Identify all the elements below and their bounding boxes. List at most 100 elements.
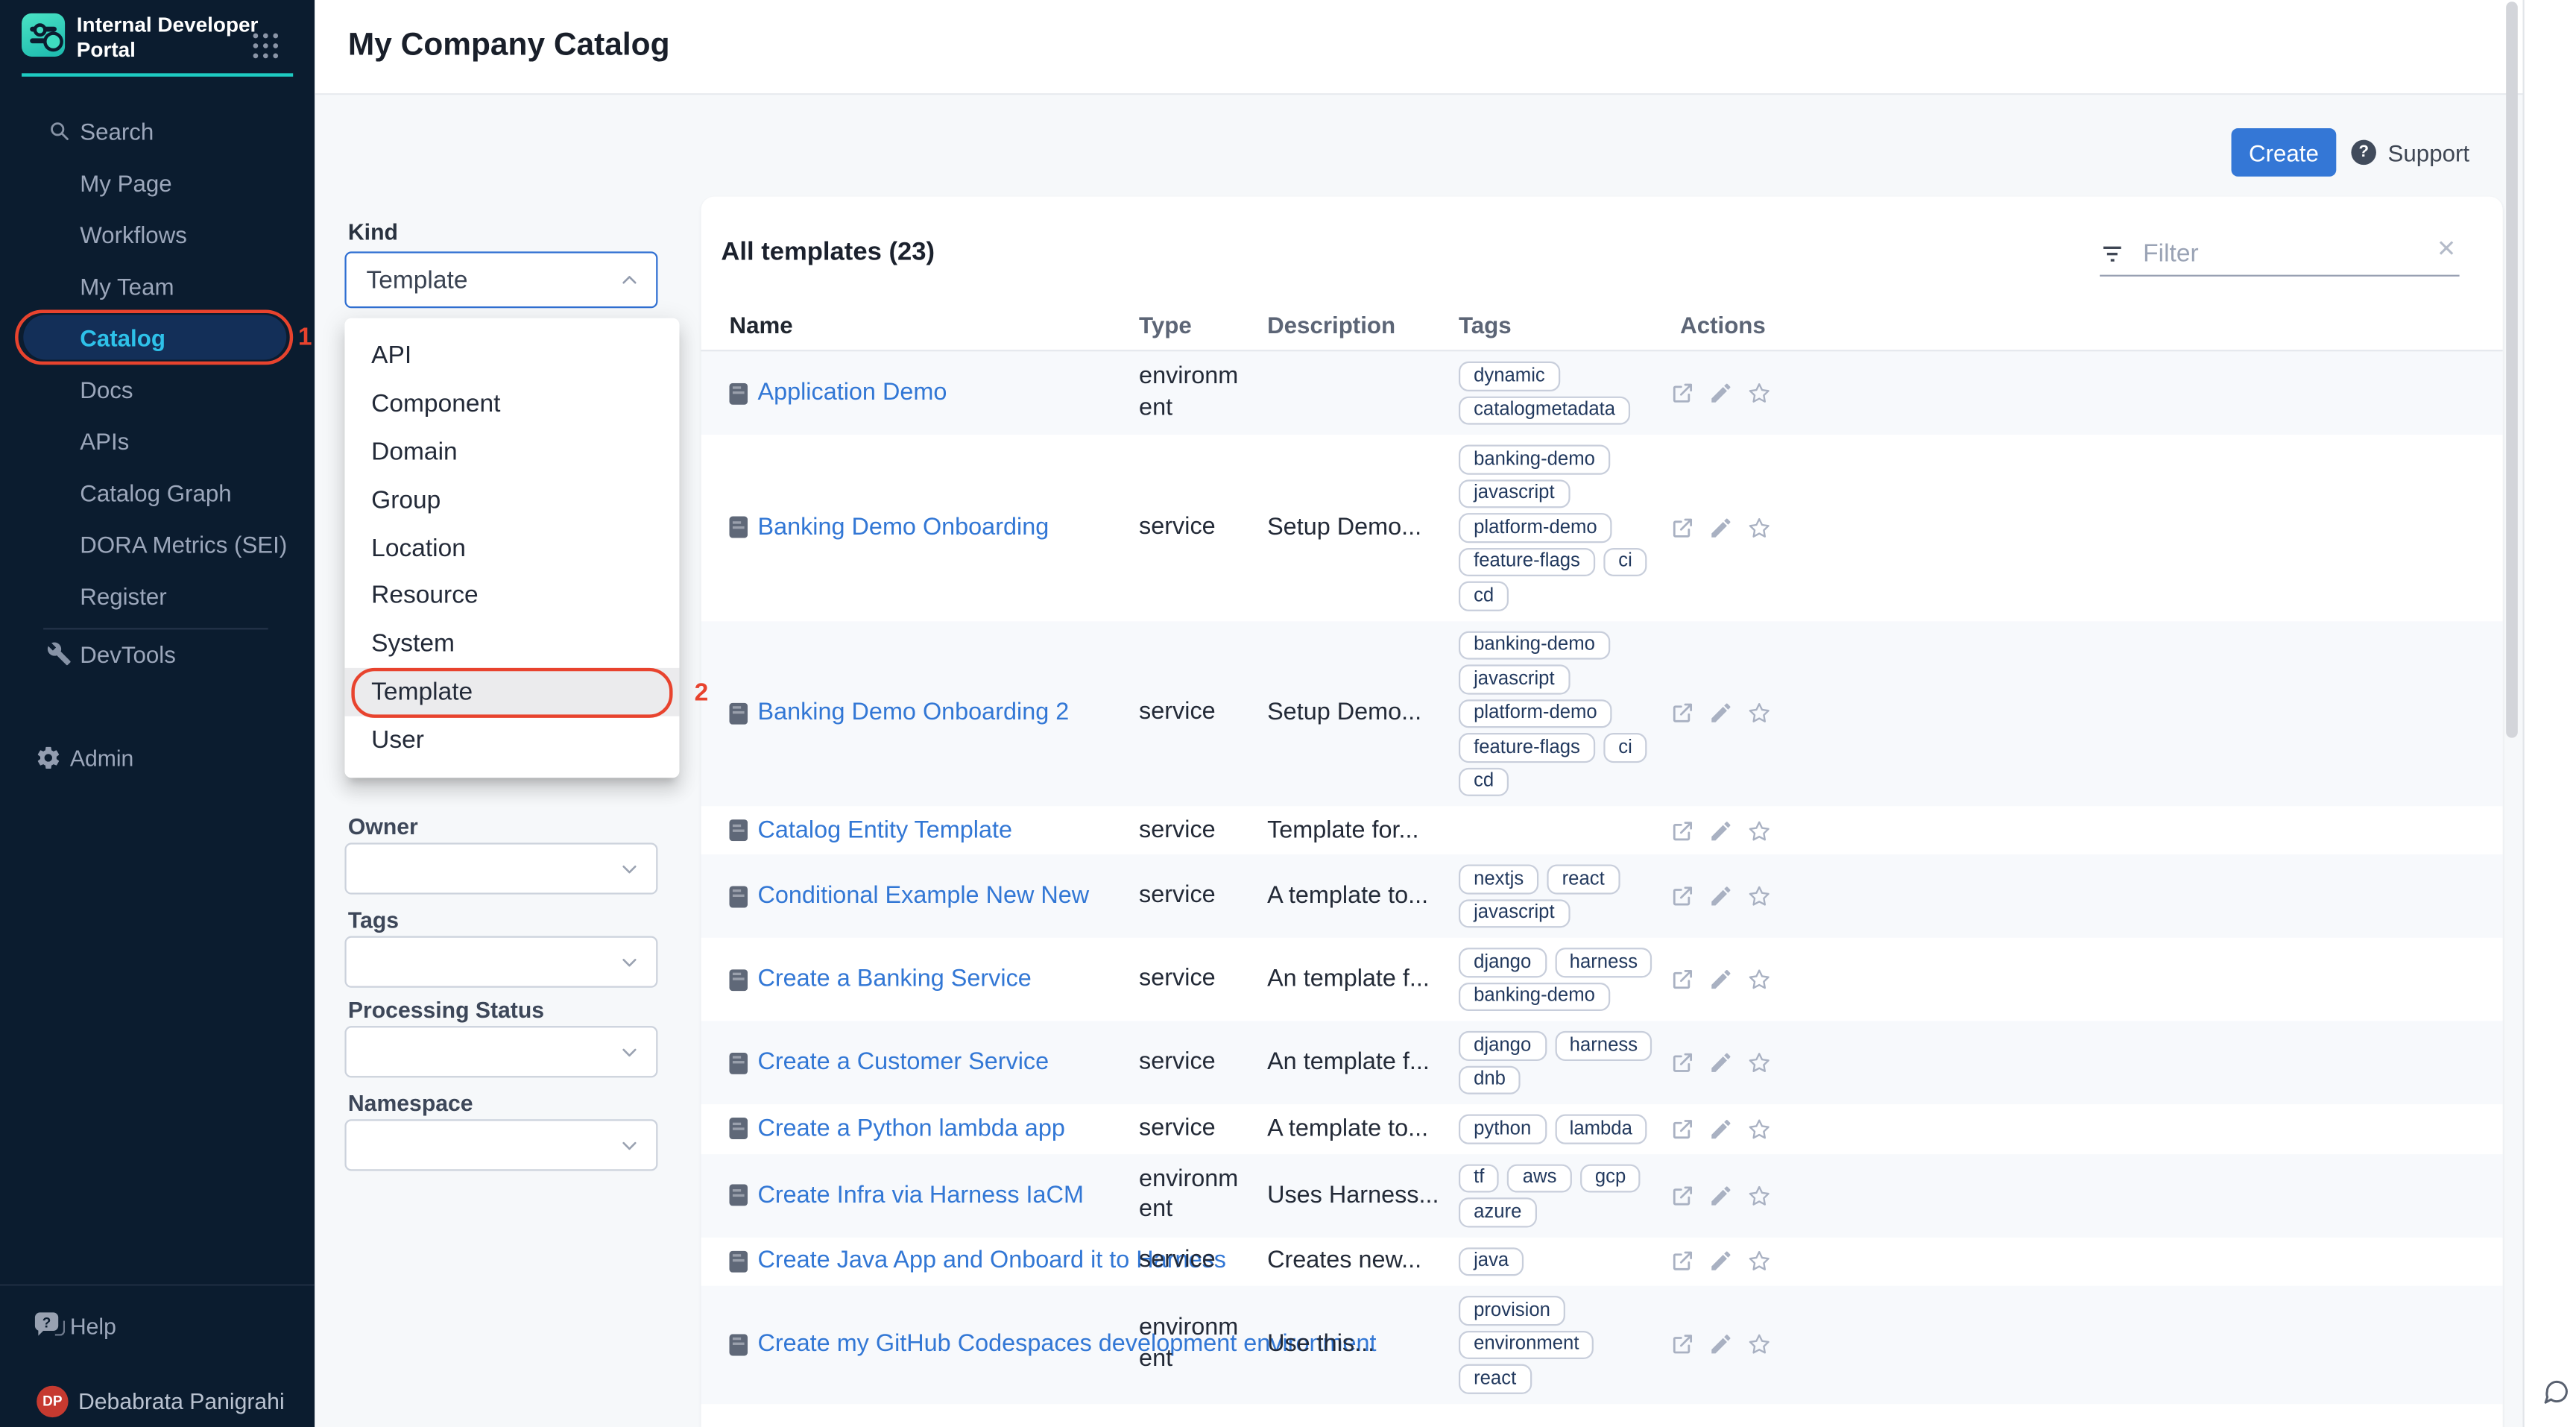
harness-idp-logo-icon[interactable] bbox=[22, 13, 65, 57]
edit-pencil-icon[interactable] bbox=[1708, 1249, 1734, 1274]
entity-name-cell: Create a Customer Service bbox=[729, 1049, 1049, 1076]
column-header[interactable]: Tags bbox=[1459, 312, 1512, 338]
entity-name-link[interactable]: Create a Python lambda app bbox=[757, 1115, 1064, 1142]
entity-name-link[interactable]: Catalog Entity Template bbox=[757, 817, 1012, 844]
open-in-new-icon[interactable] bbox=[1670, 1116, 1696, 1141]
row-actions bbox=[1670, 1116, 1797, 1141]
table-header-row: Name Type Description Tags Actions bbox=[701, 305, 2503, 352]
open-in-new-icon[interactable] bbox=[1670, 967, 1696, 992]
open-in-new-icon[interactable] bbox=[1670, 515, 1696, 541]
sidebar-item-label: Catalog Graph bbox=[80, 479, 231, 505]
filter-group-select[interactable] bbox=[344, 936, 657, 988]
kind-dropdown-option[interactable]: Resource bbox=[344, 572, 679, 620]
column-header[interactable]: Type bbox=[1139, 312, 1192, 338]
open-in-new-icon[interactable] bbox=[1670, 1332, 1696, 1358]
tag-chip: harness bbox=[1555, 948, 1653, 977]
star-favorite-icon[interactable] bbox=[1746, 1249, 1772, 1274]
entity-name-link[interactable]: Application Demo bbox=[757, 379, 947, 406]
column-header[interactable]: Description bbox=[1267, 312, 1395, 338]
kind-dropdown-option[interactable]: Location bbox=[344, 524, 679, 573]
template-doc-icon bbox=[729, 517, 748, 538]
kind-dropdown-option[interactable]: Group bbox=[344, 476, 679, 524]
kind-dropdown-option[interactable]: Domain bbox=[344, 428, 679, 476]
star-favorite-icon[interactable] bbox=[1746, 883, 1772, 909]
entity-tags-cell: djangoharnessbanking-demo bbox=[1459, 938, 1668, 1021]
kind-select[interactable]: Template bbox=[344, 251, 657, 308]
edit-pencil-icon[interactable] bbox=[1708, 1332, 1734, 1358]
filter-group-select[interactable] bbox=[344, 1026, 657, 1077]
edit-pencil-icon[interactable] bbox=[1708, 1050, 1734, 1076]
tag-chip: provision bbox=[1459, 1296, 1565, 1325]
star-favorite-icon[interactable] bbox=[1746, 818, 1772, 843]
edit-pencil-icon[interactable] bbox=[1708, 883, 1734, 909]
star-favorite-icon[interactable] bbox=[1746, 1050, 1772, 1076]
entity-name-link[interactable]: Conditional Example New New bbox=[757, 883, 1089, 910]
sidebar-item-help[interactable]: ? Help bbox=[0, 1301, 315, 1351]
edit-pencil-icon[interactable] bbox=[1708, 380, 1734, 406]
open-in-new-icon[interactable] bbox=[1670, 1249, 1696, 1274]
column-header[interactable]: Actions bbox=[1680, 312, 1766, 338]
open-in-new-icon[interactable] bbox=[1670, 701, 1696, 726]
filter-group-label: Processing Status bbox=[348, 998, 544, 1023]
star-favorite-icon[interactable] bbox=[1746, 1116, 1772, 1141]
edit-pencil-icon[interactable] bbox=[1708, 818, 1734, 843]
star-favorite-icon[interactable] bbox=[1746, 1332, 1772, 1358]
sidebar-item[interactable]: Catalog Graph bbox=[0, 467, 315, 518]
sidebar-item[interactable]: Workflows bbox=[0, 208, 315, 259]
entity-name-link[interactable]: Create a Banking Service bbox=[757, 966, 1031, 993]
close-icon[interactable]: ✕ bbox=[2437, 236, 2456, 259]
kind-dropdown-option[interactable]: User bbox=[344, 716, 679, 765]
sidebar-item[interactable]: DevTools bbox=[0, 628, 315, 679]
entity-name-link[interactable]: Create a Customer Service bbox=[757, 1049, 1049, 1076]
edit-pencil-icon[interactable] bbox=[1708, 1116, 1734, 1141]
kind-dropdown-option[interactable]: Template 2 bbox=[344, 668, 679, 716]
sidebar-item[interactable]: My Page bbox=[0, 157, 315, 208]
star-favorite-icon[interactable] bbox=[1746, 515, 1772, 541]
column-header[interactable]: Name bbox=[729, 312, 792, 338]
open-in-new-icon[interactable] bbox=[1670, 818, 1696, 843]
tag-chip: django bbox=[1459, 1031, 1546, 1060]
entity-name-link[interactable]: Banking Demo Onboarding 2 bbox=[757, 700, 1069, 727]
kind-dropdown-option[interactable]: System bbox=[344, 620, 679, 669]
support-chat-icon[interactable] bbox=[2541, 1376, 2572, 1407]
edit-pencil-icon[interactable] bbox=[1708, 967, 1734, 992]
annotation-number: 2 bbox=[695, 678, 709, 707]
star-favorite-icon[interactable] bbox=[1746, 380, 1772, 406]
entity-tags-cell: banking-demojavascriptplatform-demofeatu… bbox=[1459, 620, 1668, 806]
sidebar-item[interactable]: APIs bbox=[0, 415, 315, 466]
edit-pencil-icon[interactable] bbox=[1708, 701, 1734, 726]
sidebar-item[interactable]: Search bbox=[0, 105, 315, 157]
filter-group-select[interactable] bbox=[344, 842, 657, 894]
row-actions bbox=[1670, 1182, 1797, 1208]
filter-group-select[interactable] bbox=[344, 1119, 657, 1171]
table-filter-field[interactable]: ✕ bbox=[2100, 233, 2460, 277]
open-in-new-icon[interactable] bbox=[1670, 380, 1696, 406]
kind-dropdown-option[interactable]: Component bbox=[344, 379, 679, 428]
star-favorite-icon[interactable] bbox=[1746, 967, 1772, 992]
sidebar-user[interactable]: DP Debabrata Panigrahi bbox=[0, 1376, 315, 1426]
open-in-new-icon[interactable] bbox=[1670, 1182, 1696, 1208]
star-favorite-icon[interactable] bbox=[1746, 701, 1772, 726]
sidebar-item[interactable]: Register bbox=[0, 570, 315, 621]
sidebar-item[interactable]: Catalog 1 bbox=[0, 312, 315, 363]
create-button[interactable]: Create bbox=[2232, 128, 2337, 177]
sidebar-item-label: Register bbox=[80, 582, 166, 609]
filter-input[interactable] bbox=[2140, 238, 2478, 269]
sidebar-item-admin[interactable]: Admin bbox=[0, 733, 315, 783]
sidebar-item-label: Help bbox=[70, 1314, 116, 1339]
tag-chip: feature-flags bbox=[1459, 547, 1595, 576]
page-scrollbar[interactable] bbox=[2506, 1, 2518, 737]
star-favorite-icon[interactable] bbox=[1746, 1182, 1772, 1208]
edit-pencil-icon[interactable] bbox=[1708, 515, 1734, 541]
open-in-new-icon[interactable] bbox=[1670, 883, 1696, 909]
support-button[interactable]: ? Support bbox=[2351, 128, 2469, 177]
sidebar-item[interactable]: My Team bbox=[0, 260, 315, 312]
kind-dropdown-option[interactable]: API bbox=[344, 332, 679, 380]
entity-name-link[interactable]: Create Infra via Harness IaCM bbox=[757, 1182, 1083, 1209]
open-in-new-icon[interactable] bbox=[1670, 1050, 1696, 1076]
edit-pencil-icon[interactable] bbox=[1708, 1182, 1734, 1208]
apps-grid-icon[interactable] bbox=[253, 34, 280, 60]
sidebar-item[interactable]: Docs bbox=[0, 363, 315, 415]
sidebar-item[interactable]: DORA Metrics (SEI) bbox=[0, 518, 315, 570]
entity-name-link[interactable]: Banking Demo Onboarding bbox=[757, 514, 1049, 541]
